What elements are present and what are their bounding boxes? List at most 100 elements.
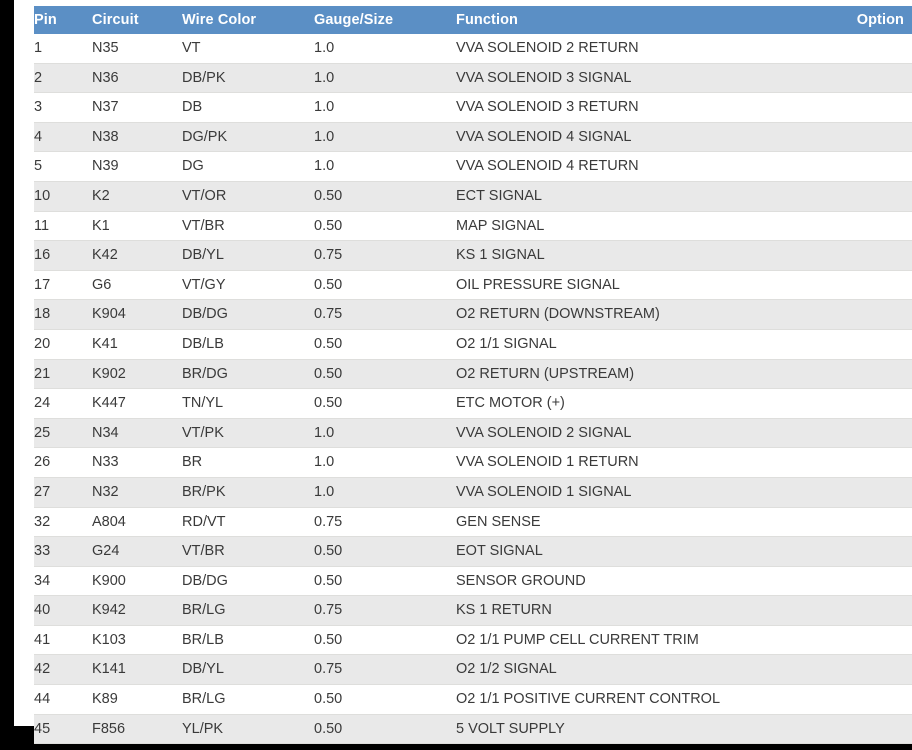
table-row: 10 K2 VT/OR 0.50 ECT SIGNAL bbox=[34, 181, 912, 212]
column-header-gauge-size: Gauge/Size bbox=[314, 6, 456, 34]
screenshot-root: Pin Circuit Wire Color Gauge/Size Functi… bbox=[0, 0, 912, 750]
cell-pin: 20 bbox=[34, 329, 92, 360]
cell-wire: DB/LB bbox=[182, 329, 314, 360]
cell-wire: VT/BR bbox=[182, 211, 314, 242]
cell-function: VVA SOLENOID 1 SIGNAL bbox=[456, 477, 856, 508]
cell-gauge: 0.50 bbox=[314, 388, 456, 419]
cell-circuit: K41 bbox=[92, 329, 182, 360]
cell-circuit: A804 bbox=[92, 507, 182, 538]
cell-gauge: 1.0 bbox=[314, 122, 456, 153]
cell-wire: VT/GY bbox=[182, 270, 314, 301]
cell-option bbox=[856, 240, 912, 271]
cell-option bbox=[856, 477, 912, 508]
cell-pin: 3 bbox=[34, 92, 92, 123]
cell-option bbox=[856, 63, 912, 94]
cell-option bbox=[856, 359, 912, 390]
table-row: 42 K141 DB/YL 0.75 O2 1/2 SIGNAL bbox=[34, 654, 912, 686]
table-header: Pin Circuit Wire Color Gauge/Size Functi… bbox=[34, 6, 912, 34]
cell-option bbox=[856, 536, 912, 567]
cell-wire: DB/PK bbox=[182, 63, 314, 94]
cell-circuit: K103 bbox=[92, 625, 182, 656]
cell-circuit: K141 bbox=[92, 654, 182, 686]
cell-function: GEN SENSE bbox=[456, 507, 856, 538]
cell-wire: BR/LB bbox=[182, 625, 314, 656]
cell-gauge: 1.0 bbox=[314, 151, 456, 182]
cell-gauge: 0.50 bbox=[314, 536, 456, 567]
cell-option bbox=[856, 447, 912, 478]
table-row: 26 N33 BR 1.0 VVA SOLENOID 1 RETURN bbox=[34, 447, 912, 478]
cell-gauge: 0.75 bbox=[314, 299, 456, 330]
cell-function: O2 RETURN (DOWNSTREAM) bbox=[456, 299, 856, 330]
cell-circuit: F856 bbox=[92, 714, 182, 745]
cell-pin: 24 bbox=[34, 388, 92, 419]
cell-function: KS 1 RETURN bbox=[456, 595, 856, 626]
cell-pin: 41 bbox=[34, 625, 92, 656]
cell-wire: BR/LG bbox=[182, 595, 314, 626]
cell-option bbox=[856, 684, 912, 715]
cell-circuit: N39 bbox=[92, 151, 182, 182]
cell-option bbox=[856, 418, 912, 449]
cell-circuit: K1 bbox=[92, 211, 182, 242]
cell-option bbox=[856, 181, 912, 212]
table-row: 40 K942 BR/LG 0.75 KS 1 RETURN bbox=[34, 595, 912, 626]
cell-circuit: K89 bbox=[92, 684, 182, 715]
cell-option bbox=[856, 566, 912, 597]
cell-wire: BR bbox=[182, 447, 314, 478]
cell-circuit: K902 bbox=[92, 359, 182, 390]
cell-function: VVA SOLENOID 2 SIGNAL bbox=[456, 418, 856, 449]
cell-option bbox=[856, 388, 912, 419]
table-row: 33 G24 VT/BR 0.50 EOT SIGNAL bbox=[34, 536, 912, 567]
cell-option bbox=[856, 211, 912, 242]
cell-gauge: 0.75 bbox=[314, 240, 456, 271]
table-row: 5 N39 DG 1.0 VVA SOLENOID 4 RETURN bbox=[34, 151, 912, 182]
table-header-row: Pin Circuit Wire Color Gauge/Size Functi… bbox=[34, 6, 912, 34]
cell-wire: VT bbox=[182, 34, 314, 64]
cell-wire: DB bbox=[182, 92, 314, 123]
cell-gauge: 1.0 bbox=[314, 477, 456, 508]
cell-pin: 44 bbox=[34, 684, 92, 715]
cell-pin: 1 bbox=[34, 34, 92, 64]
table-row: 41 K103 BR/LB 0.50 O2 1/1 PUMP CELL CURRENT … bbox=[34, 625, 912, 656]
cell-pin: 5 bbox=[34, 151, 92, 182]
cell-pin: 4 bbox=[34, 122, 92, 153]
cell-wire: DB/YL bbox=[182, 240, 314, 271]
cell-gauge: 0.50 bbox=[314, 181, 456, 212]
cell-function: O2 1/1 SIGNAL bbox=[456, 329, 856, 360]
cell-option bbox=[856, 625, 912, 656]
cell-circuit: N36 bbox=[92, 63, 182, 94]
cell-wire: TN/YL bbox=[182, 388, 314, 419]
cell-wire: VT/OR bbox=[182, 181, 314, 212]
cell-pin: 2 bbox=[34, 63, 92, 94]
cell-gauge: 0.50 bbox=[314, 329, 456, 360]
table-row: 18 K904 DB/DG 0.75 O2 RETURN (DOWNSTREAM) bbox=[34, 299, 912, 330]
cell-wire: VT/BR bbox=[182, 536, 314, 567]
cell-circuit: N37 bbox=[92, 92, 182, 123]
cell-wire: BR/DG bbox=[182, 359, 314, 390]
cell-function: O2 1/1 POSITIVE CURRENT CONTROL bbox=[456, 684, 856, 715]
cell-circuit: K2 bbox=[92, 181, 182, 212]
cell-pin: 18 bbox=[34, 299, 92, 330]
table-row: 3 N37 DB 1.0 VVA SOLENOID 3 RETURN bbox=[34, 92, 912, 123]
cell-wire: DG/PK bbox=[182, 122, 314, 153]
cell-function: SENSOR GROUND bbox=[456, 566, 856, 597]
cell-pin: 16 bbox=[34, 240, 92, 271]
document-page-surface: Pin Circuit Wire Color Gauge/Size Functi… bbox=[14, 0, 912, 745]
cell-wire: DB/YL bbox=[182, 654, 314, 686]
cell-circuit: N32 bbox=[92, 477, 182, 508]
cell-function: MAP SIGNAL bbox=[456, 211, 856, 242]
cell-wire: YL/PK bbox=[182, 714, 314, 745]
cell-function: VVA SOLENOID 4 RETURN bbox=[456, 151, 856, 182]
cell-gauge: 1.0 bbox=[314, 447, 456, 478]
cell-pin: 32 bbox=[34, 507, 92, 538]
cell-option bbox=[856, 595, 912, 626]
cell-function: O2 1/2 SIGNAL bbox=[456, 654, 856, 686]
table-row: 24 K447 TN/YL 0.50 ETC MOTOR (+) bbox=[34, 388, 912, 419]
cell-option bbox=[856, 122, 912, 153]
cell-circuit: K447 bbox=[92, 388, 182, 419]
column-header-function: Function bbox=[456, 6, 856, 34]
cell-function: O2 1/1 PUMP CELL CURRENT TRIM bbox=[456, 625, 856, 656]
cell-circuit: K42 bbox=[92, 240, 182, 271]
cell-option bbox=[856, 92, 912, 123]
cell-pin: 45 bbox=[34, 714, 92, 745]
table-row: 20 K41 DB/LB 0.50 O2 1/1 SIGNAL bbox=[34, 329, 912, 360]
